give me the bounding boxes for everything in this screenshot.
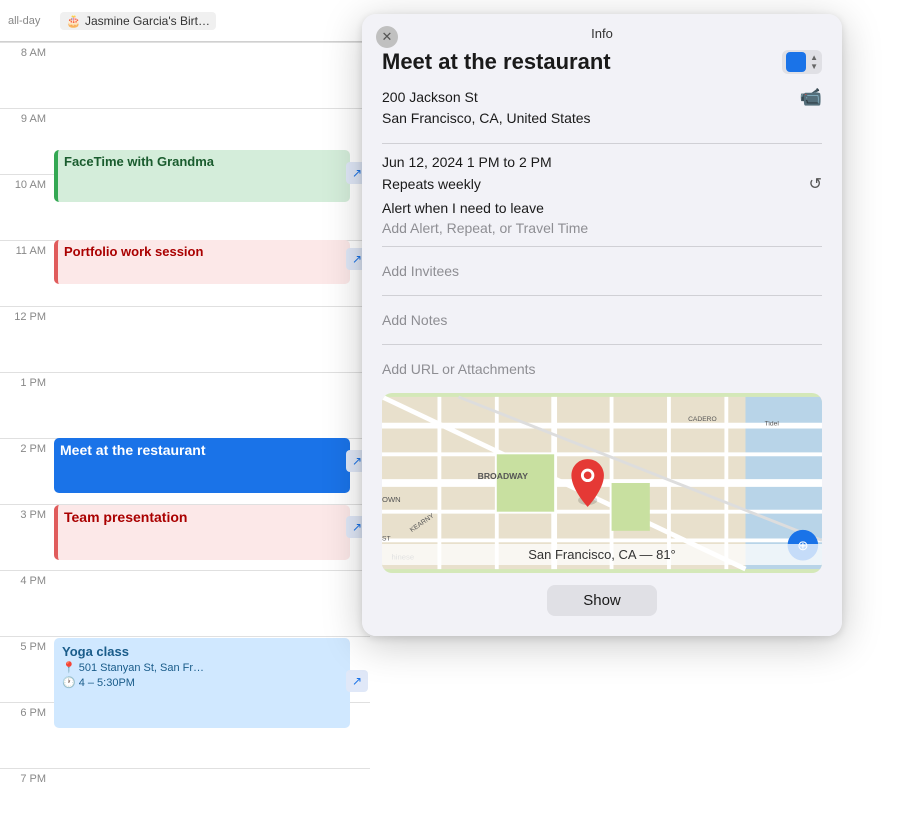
location-pin-icon: 📍 <box>62 661 76 674</box>
svg-text:BROADWAY: BROADWAY <box>478 471 529 481</box>
popup-content: Meet at the restaurant ▲ ▼ 200 Jackson S… <box>362 49 842 636</box>
scroll-btn-yoga[interactable]: ↗ <box>346 670 368 692</box>
time-label-2pm: 2 PM <box>0 443 54 455</box>
location-row: 200 Jackson St San Francisco, CA, United… <box>382 87 822 129</box>
divider-1 <box>382 143 822 144</box>
add-notes-row[interactable]: Add Notes <box>382 304 822 336</box>
team-event[interactable]: Team presentation <box>54 505 350 560</box>
add-url-row[interactable]: Add URL or Attachments <box>382 353 822 385</box>
location-line1: 200 Jackson St <box>382 87 591 108</box>
svg-text:ST: ST <box>382 535 391 542</box>
clock-icon: 🕐 <box>62 676 76 689</box>
facetime-event-title: FaceTime with Grandma <box>64 154 214 169</box>
time-label-9am: 9 AM <box>0 113 54 125</box>
divider-2 <box>382 246 822 247</box>
yoga-location: 501 Stanyan St, San Fr… <box>79 662 204 674</box>
restaurant-event-title: Meet at the restaurant <box>60 442 205 458</box>
yoga-event-title: Yoga class <box>62 644 342 659</box>
time-row-4pm: 4 PM <box>0 570 370 636</box>
popup-header-title: Info <box>591 26 613 41</box>
restaurant-event[interactable]: Meet at the restaurant <box>54 438 350 493</box>
date-row: Jun 12, 2024 1 PM to 2 PM <box>382 154 822 170</box>
chevron-updown-icon: ▲ ▼ <box>810 54 818 71</box>
map-caption: San Francisco, CA — 81° <box>382 544 822 565</box>
allday-event[interactable]: 🎂 Jasmine Garcia's Birt… <box>60 12 216 30</box>
alert-row: Alert when I need to leave <box>382 200 822 216</box>
time-label-7pm: 7 PM <box>0 773 54 785</box>
time-label-1pm: 1 PM <box>0 377 54 389</box>
team-event-title: Team presentation <box>64 509 187 525</box>
time-label-8am: 8 AM <box>0 47 54 59</box>
map-container[interactable]: BROADWAY KEARNY CADERO OWN ST Tidel ⊕ hi… <box>382 393 822 573</box>
chevron-up-icon: ▲ <box>810 54 818 62</box>
close-icon: ✕ <box>382 29 393 45</box>
yoga-time-row: 🕐 4 – 5:30PM <box>62 676 342 689</box>
svg-text:OWN: OWN <box>382 495 401 504</box>
video-camera-icon[interactable]: 📹 <box>800 87 822 108</box>
repeat-icon: ↺ <box>809 174 822 194</box>
add-invitees-row[interactable]: Add Invitees <box>382 255 822 287</box>
color-swatch <box>786 52 806 72</box>
time-label-10am: 10 AM <box>0 179 54 191</box>
allday-row: all-day 🎂 Jasmine Garcia's Birt… <box>0 0 370 42</box>
time-label-5pm: 5 PM <box>0 641 54 653</box>
divider-4 <box>382 344 822 345</box>
yoga-time-range: 4 – 5:30PM <box>79 677 135 689</box>
time-label-4pm: 4 PM <box>0 575 54 587</box>
close-button[interactable]: ✕ <box>376 26 398 48</box>
time-row-8am: 8 AM <box>0 42 370 108</box>
add-alert-row[interactable]: Add Alert, Repeat, or Travel Time <box>382 220 822 236</box>
divider-3 <box>382 295 822 296</box>
show-button[interactable]: Show <box>547 585 657 616</box>
svg-text:Tidel: Tidel <box>765 421 780 428</box>
color-picker[interactable]: ▲ ▼ <box>782 50 822 74</box>
time-row-7pm: 7 PM <box>0 768 370 834</box>
event-title-row: Meet at the restaurant ▲ ▼ <box>382 49 822 75</box>
popup-event-title: Meet at the restaurant <box>382 49 611 75</box>
chevron-down-icon: ▼ <box>810 63 818 71</box>
portfolio-event[interactable]: Portfolio work session <box>54 240 350 284</box>
allday-label: all-day <box>0 15 60 27</box>
time-row-1pm: 1 PM <box>0 372 370 438</box>
info-popup: ✕ Info Meet at the restaurant ▲ ▼ 200 Ja… <box>362 14 842 636</box>
repeat-row: Repeats weekly ↺ <box>382 174 822 194</box>
time-label-12pm: 12 PM <box>0 311 54 323</box>
time-label-3pm: 3 PM <box>0 509 54 521</box>
location-line2: San Francisco, CA, United States <box>382 108 591 129</box>
time-row-12pm: 12 PM <box>0 306 370 372</box>
time-label-11am: 11 AM <box>0 245 54 257</box>
portfolio-event-title: Portfolio work session <box>64 244 203 259</box>
location-text: 200 Jackson St San Francisco, CA, United… <box>382 87 591 129</box>
birthday-cake-icon: 🎂 <box>66 14 81 28</box>
repeat-text: Repeats weekly <box>382 176 481 192</box>
facetime-event[interactable]: FaceTime with Grandma <box>54 150 350 202</box>
time-label-6pm: 6 PM <box>0 707 54 719</box>
yoga-location-row: 📍 501 Stanyan St, San Fr… <box>62 661 342 674</box>
popup-header: ✕ Info <box>362 14 842 49</box>
allday-event-title: Jasmine Garcia's Birt… <box>85 14 210 28</box>
svg-text:CADERO: CADERO <box>688 416 717 423</box>
yoga-event[interactable]: Yoga class 📍 501 Stanyan St, San Fr… 🕐 4… <box>54 638 350 728</box>
